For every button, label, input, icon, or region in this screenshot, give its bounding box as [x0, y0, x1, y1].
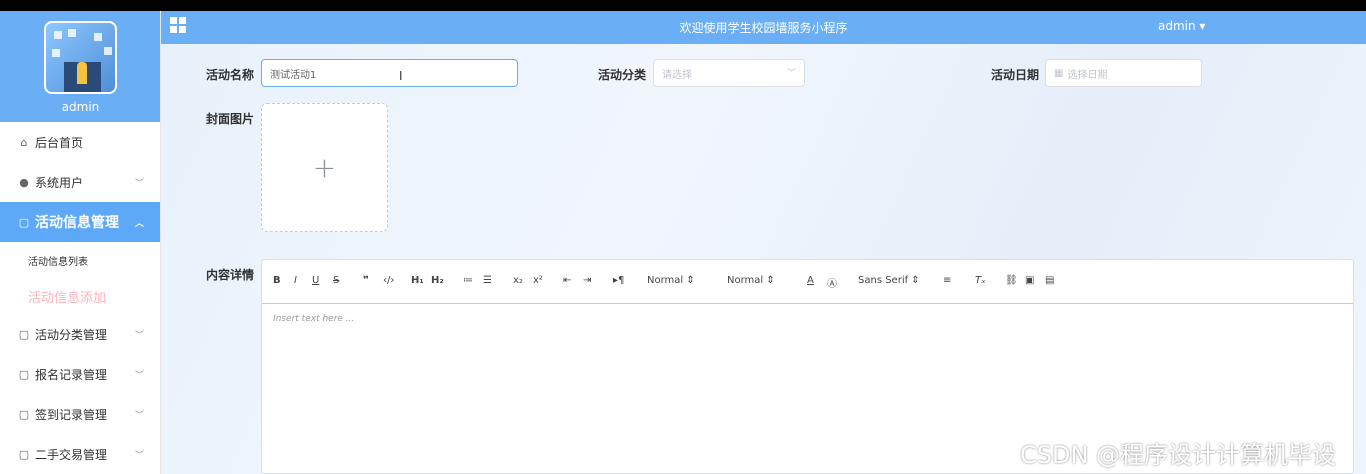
strike-icon[interactable]: S	[333, 275, 339, 286]
editor-toolbar: B I U S ❞ ‹/› H₁ H₂ ≔ ☰ x₂ x² ⇤ ⇥ ▸¶ Nor…	[262, 260, 1353, 304]
italic-icon[interactable]: I	[294, 275, 297, 286]
indent-icon[interactable]: ⇥	[583, 275, 591, 286]
text-cursor-icon: I	[399, 69, 403, 83]
chevron-down-icon: ﹀	[786, 69, 796, 79]
sidebar-item-activity-category[interactable]: ▢ 活动分类管理 ﹀	[0, 314, 160, 354]
sidebar-item-label: 后台首页	[35, 135, 84, 150]
category-placeholder: 请选择	[662, 69, 692, 81]
text-direction-icon[interactable]: ▸¶	[613, 275, 624, 286]
sidebar-item-label: 二手交易管理	[35, 447, 108, 462]
align-icon[interactable]: ≡	[943, 275, 951, 286]
sidebar-subitem-activity-add[interactable]: 活动信息添加	[0, 278, 160, 314]
sidebar-item-label: 活动信息管理	[35, 215, 119, 231]
content-detail-label: 内容详情	[206, 268, 255, 282]
blockquote-icon[interactable]: ❞	[363, 275, 369, 286]
heading2-icon[interactable]: H₂	[431, 275, 444, 286]
calendar-icon: ▦	[1054, 67, 1064, 79]
activity-date-picker[interactable]: ▦ 选择日期	[1045, 59, 1202, 87]
superscript-icon[interactable]: x²	[533, 275, 543, 286]
subscript-icon[interactable]: x₂	[513, 275, 523, 286]
chevron-down-icon: ﹀	[134, 331, 144, 341]
sidebar-item-checkin-records[interactable]: ▢ 签到记录管理 ﹀	[0, 394, 160, 434]
profile-username: admin	[61, 100, 100, 114]
video-icon[interactable]: ▤	[1045, 275, 1054, 286]
editor-placeholder: Insert text here ...	[273, 314, 355, 324]
sidebar-item-label: 签到记录管理	[35, 407, 108, 422]
sidebar-item-label: 报名记录管理	[35, 367, 108, 382]
activity-name-value: 测试活动1	[270, 69, 317, 81]
profile-panel: admin	[0, 11, 160, 122]
ordered-list-icon[interactable]: ≔	[463, 275, 473, 286]
activity-date-label: 活动日期	[991, 68, 1040, 82]
top-header: 欢迎使用学生校园墙服务小程序 admin ▾	[161, 11, 1366, 44]
sidebar-item-label: 系统用户	[35, 175, 84, 190]
cover-image-upload[interactable]: +	[261, 103, 388, 232]
doc-icon: ▢	[18, 407, 30, 421]
sidebar-item-home[interactable]: ⌂ 后台首页	[0, 122, 160, 162]
doc-icon: ▢	[18, 367, 30, 381]
code-icon[interactable]: ‹/›	[383, 275, 394, 286]
sidebar-item-secondhand[interactable]: ▢ 二手交易管理 ﹀	[0, 434, 160, 474]
chevron-down-icon: ﹀	[134, 179, 144, 189]
home-icon: ⌂	[20, 135, 28, 149]
clear-format-icon[interactable]: Tₓ	[975, 275, 986, 286]
chevron-down-icon: ﹀	[134, 451, 144, 461]
main-content: 活动名称 测试活动1 I 活动分类 请选择 ﹀ 活动日期 ▦ 选择日期 封面图片…	[161, 44, 1366, 474]
chevron-up-icon: ︿	[134, 219, 144, 229]
activity-category-select[interactable]: 请选择 ﹀	[653, 59, 805, 87]
user-icon: ●	[19, 175, 29, 189]
activity-category-label: 活动分类	[598, 68, 647, 82]
background-color-icon[interactable]: Ⓐ	[827, 275, 837, 290]
chevron-down-icon: ﹀	[134, 411, 144, 421]
activity-name-input[interactable]: 测试活动1	[261, 59, 518, 87]
sidebar-item-label: 活动分类管理	[35, 327, 108, 342]
doc-icon: ▢	[18, 327, 30, 341]
doc-icon: ▢	[18, 447, 30, 461]
sidebar-item-signup-records[interactable]: ▢ 报名记录管理 ﹀	[0, 354, 160, 394]
avatar[interactable]	[44, 21, 117, 94]
size-select-2[interactable]: Normal ⇕	[727, 275, 775, 286]
plus-icon: +	[312, 151, 337, 184]
cover-image-label: 封面图片	[206, 112, 255, 126]
activity-name-label: 活动名称	[206, 68, 255, 82]
sidebar-item-activity-info[interactable]: ▢ 活动信息管理 ︿	[0, 202, 160, 242]
bold-icon[interactable]: B	[273, 275, 281, 286]
heading1-icon[interactable]: H₁	[411, 275, 424, 286]
sidebar: admin ⌂ 后台首页 ● 系统用户 ﹀ ▢ 活动信息管理 ︿ 活动信息列表 …	[0, 11, 161, 474]
chevron-down-icon: ﹀	[134, 371, 144, 381]
font-color-icon[interactable]: A	[807, 275, 814, 286]
size-select-1[interactable]: Normal ⇕	[647, 275, 695, 286]
image-icon[interactable]: ▣	[1025, 275, 1034, 286]
sidebar-subitem-activity-list[interactable]: 活动信息列表	[0, 242, 160, 278]
date-placeholder: 选择日期	[1067, 69, 1108, 81]
watermark: CSDN @程序设计计算机毕设	[1020, 441, 1337, 469]
doc-icon: ▢	[18, 215, 30, 229]
admin-dropdown[interactable]: admin ▾	[1158, 19, 1205, 33]
underline-icon[interactable]: U	[312, 275, 319, 286]
editor-body[interactable]: Insert text here ...	[262, 304, 1353, 334]
top-strip	[0, 0, 1366, 11]
link-icon[interactable]: ⛓	[1005, 275, 1018, 286]
outdent-icon[interactable]: ⇤	[563, 275, 571, 286]
font-select[interactable]: Sans Serif ⇕	[858, 275, 920, 286]
bullet-list-icon[interactable]: ☰	[483, 275, 492, 286]
sidebar-item-system-users[interactable]: ● 系统用户 ﹀	[0, 162, 160, 202]
